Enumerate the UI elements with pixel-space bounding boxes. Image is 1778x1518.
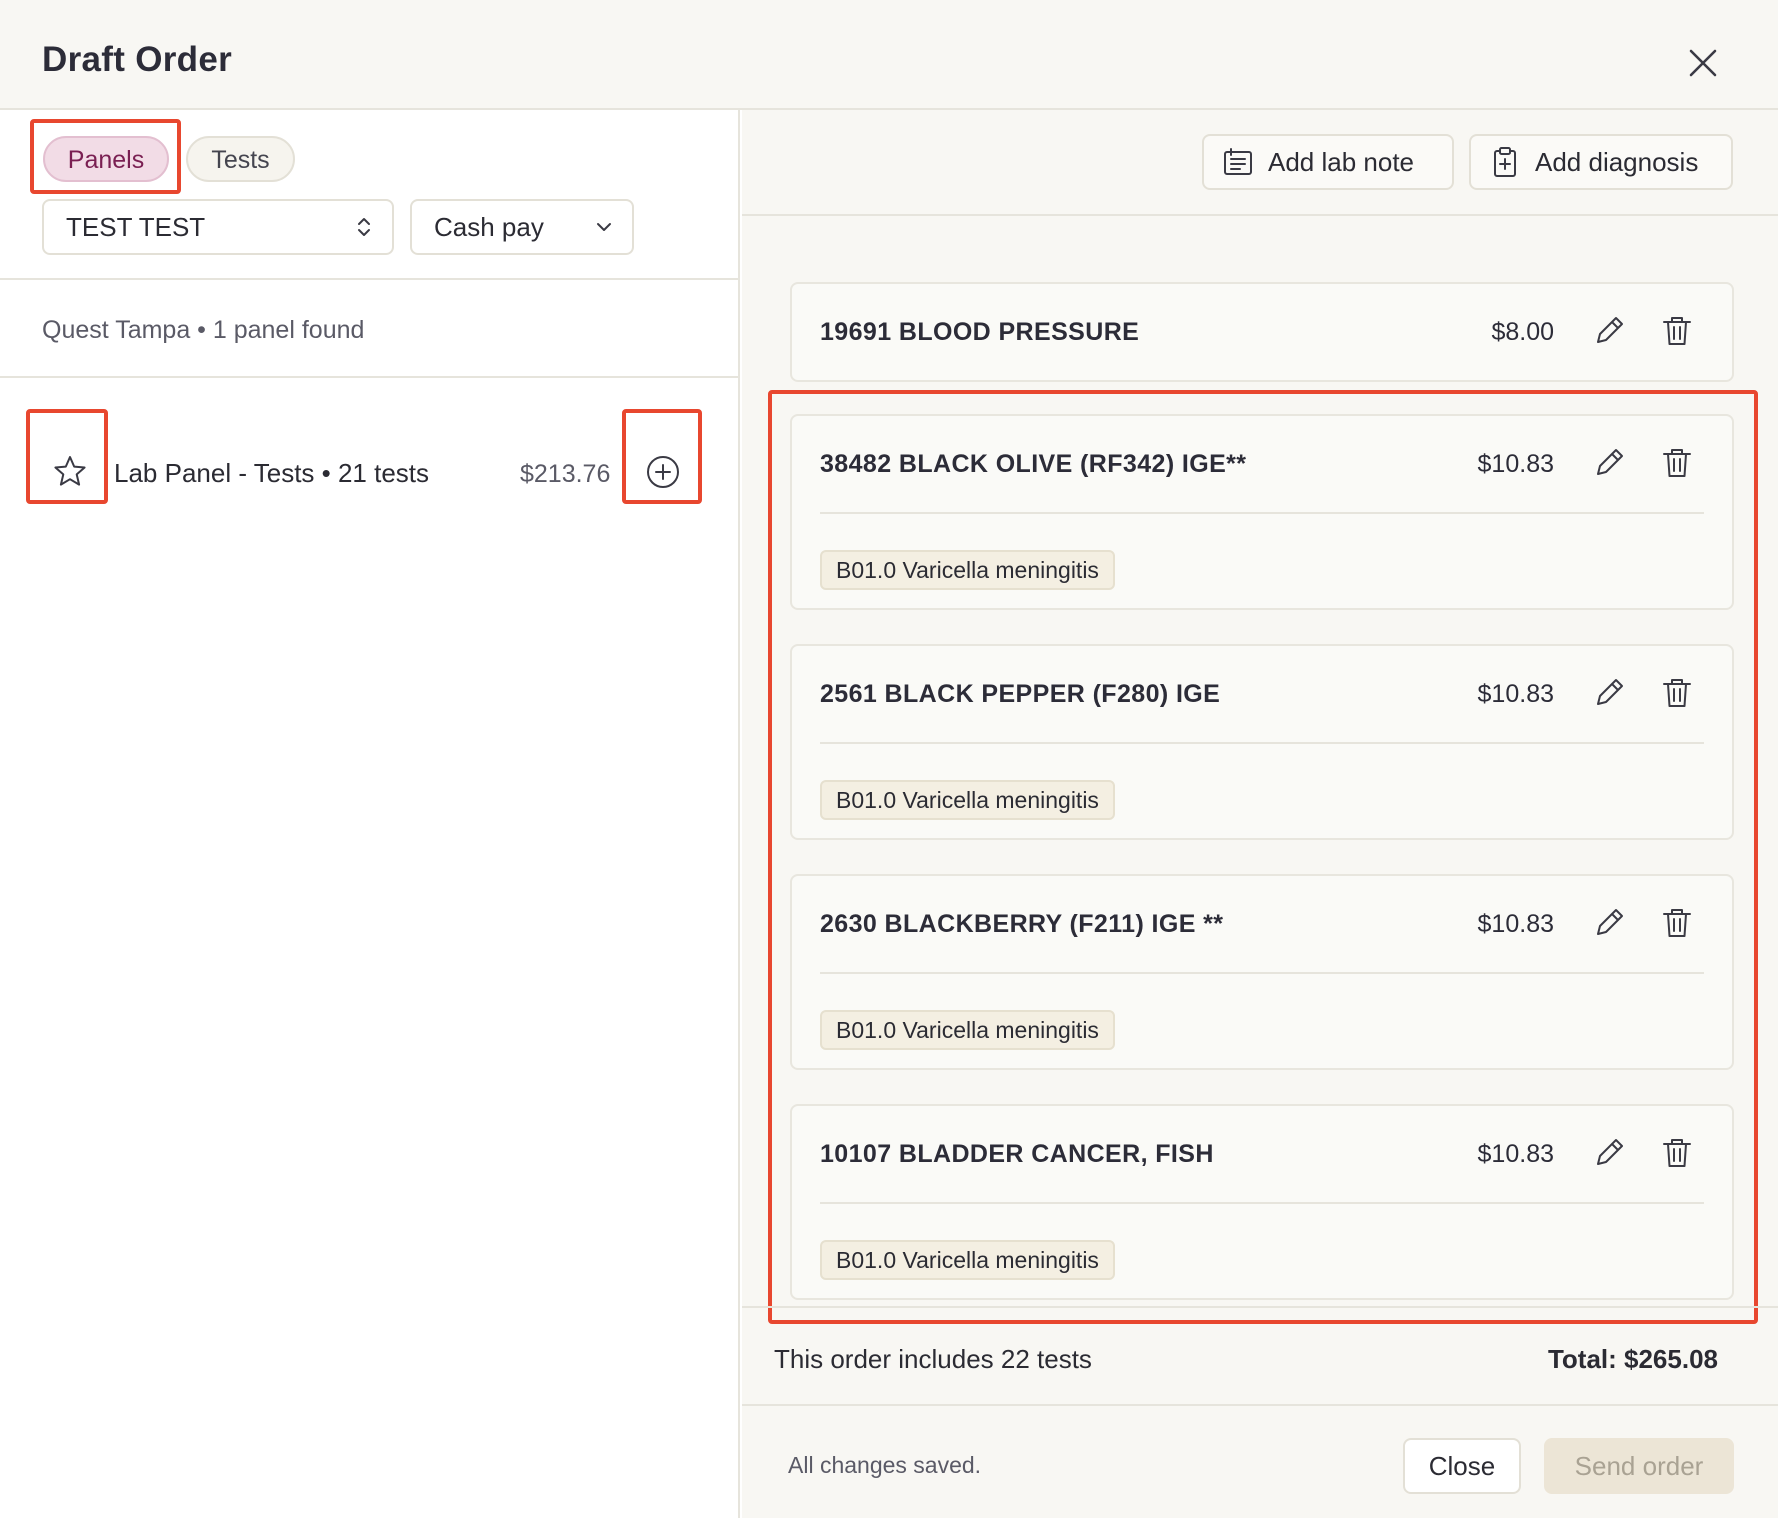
plus-circle-icon[interactable] xyxy=(645,454,681,490)
test-name: 2561 BLACK PEPPER (F280) IGE xyxy=(820,680,1221,708)
tab-panels[interactable]: Panels xyxy=(43,136,169,182)
test-card: 38482 BLACK OLIVE (RF342) IGE** $10.83 B… xyxy=(790,414,1734,610)
dialog-header: Draft Order xyxy=(0,0,1778,110)
diagnosis-tag: B01.0 Varicella meningitis xyxy=(820,780,1115,820)
card-divider xyxy=(820,1202,1704,1204)
close-button[interactable]: Close xyxy=(1403,1438,1521,1494)
tab-tests[interactable]: Tests xyxy=(186,136,295,182)
pencil-icon[interactable] xyxy=(1592,314,1626,348)
test-price: $10.83 xyxy=(1477,450,1554,478)
star-icon[interactable] xyxy=(52,454,88,490)
add-diagnosis-label: Add diagnosis xyxy=(1535,147,1699,177)
test-price: $10.83 xyxy=(1477,680,1554,708)
test-name: 10107 BLADDER CANCER, FISH xyxy=(820,1140,1214,1168)
test-card: 2561 BLACK PEPPER (F280) IGE $10.83 B01.… xyxy=(790,644,1734,840)
test-name: 19691 BLOOD PRESSURE xyxy=(820,318,1140,346)
test-card: 2630 BLACKBERRY (F211) IGE ** $10.83 B01… xyxy=(790,874,1734,1070)
diagnosis-tag: B01.0 Varicella meningitis xyxy=(820,550,1115,590)
card-divider xyxy=(820,972,1704,974)
trash-icon[interactable] xyxy=(1660,446,1694,480)
left-pane: Panels Tests TEST TEST Cash pay Quest Ta… xyxy=(0,110,740,1518)
diagnosis-tag: B01.0 Varicella meningitis xyxy=(820,1010,1115,1050)
divider xyxy=(0,278,740,280)
trash-icon[interactable] xyxy=(1660,906,1694,940)
panel-row: Lab Panel - Tests • 21 tests $213.76 xyxy=(0,410,740,530)
divider xyxy=(0,376,740,378)
add-lab-note-button[interactable]: Add lab note xyxy=(1202,134,1454,190)
right-toolbar: Add lab note Add diagnosis xyxy=(742,110,1778,216)
test-name: 2630 BLACKBERRY (F211) IGE ** xyxy=(820,910,1224,938)
test-price: $10.83 xyxy=(1477,910,1554,938)
diagnosis-tag: B01.0 Varicella meningitis xyxy=(820,1240,1115,1280)
pencil-icon[interactable] xyxy=(1592,906,1626,940)
divider xyxy=(742,1404,1778,1406)
pencil-icon[interactable] xyxy=(1592,1136,1626,1170)
payment-select-value: Cash pay xyxy=(434,212,544,242)
test-card: 10107 BLADDER CANCER, FISH $10.83 B01.0 … xyxy=(790,1104,1734,1300)
patient-select[interactable]: TEST TEST xyxy=(42,199,394,255)
save-status: All changes saved. xyxy=(788,1452,982,1478)
payment-select[interactable]: Cash pay xyxy=(410,199,634,255)
panel-name: Lab Panel - Tests • 21 tests xyxy=(114,458,430,488)
right-pane: Add lab note Add diagnosis 19691 BLOOD P… xyxy=(742,110,1778,1518)
test-price: $8.00 xyxy=(1491,318,1554,346)
chevron-down-icon xyxy=(592,215,616,239)
test-price: $10.83 xyxy=(1477,1140,1554,1168)
trash-icon[interactable] xyxy=(1660,676,1694,710)
note-icon xyxy=(1222,146,1254,178)
card-divider xyxy=(820,742,1704,744)
chevron-updown-icon xyxy=(352,215,376,239)
trash-icon[interactable] xyxy=(1660,314,1694,348)
order-count: This order includes 22 tests xyxy=(774,1344,1092,1374)
patient-select-value: TEST TEST xyxy=(66,212,206,242)
test-card: 19691 BLOOD PRESSURE $8.00 xyxy=(790,282,1734,382)
page-title: Draft Order xyxy=(42,40,233,79)
order-total: Total: $265.08 xyxy=(1547,1344,1718,1374)
pencil-icon[interactable] xyxy=(1592,676,1626,710)
card-divider xyxy=(820,512,1704,514)
close-icon[interactable] xyxy=(1687,47,1719,79)
lab-info: Quest Tampa • 1 panel found xyxy=(42,316,365,344)
trash-icon[interactable] xyxy=(1660,1136,1694,1170)
add-diagnosis-button[interactable]: Add diagnosis xyxy=(1469,134,1733,190)
add-lab-note-label: Add lab note xyxy=(1268,147,1415,177)
clipboard-plus-icon xyxy=(1489,146,1521,178)
test-name: 38482 BLACK OLIVE (RF342) IGE** xyxy=(820,450,1247,478)
send-order-button[interactable]: Send order xyxy=(1544,1438,1734,1494)
divider xyxy=(742,1306,1778,1308)
pencil-icon[interactable] xyxy=(1592,446,1626,480)
panel-price: $213.76 xyxy=(520,460,611,488)
